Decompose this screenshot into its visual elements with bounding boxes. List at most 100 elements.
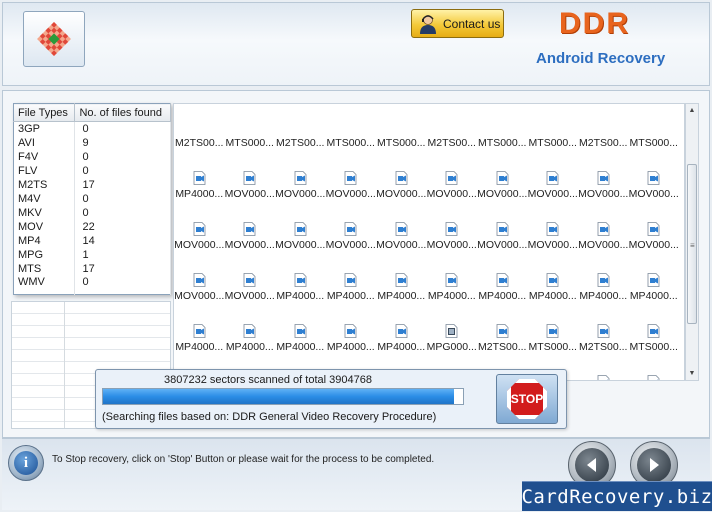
file-item[interactable]: MOV000...: [578, 155, 629, 206]
file-type-name: MP4: [13, 233, 76, 248]
file-item[interactable]: MP4000...: [528, 257, 579, 308]
file-type-row[interactable]: MKV 0: [13, 205, 171, 220]
scroll-up-arrow-icon[interactable]: ▲: [686, 104, 698, 117]
file-item[interactable]: M2TS00...: [427, 104, 478, 155]
file-type-count: 9: [74, 135, 171, 150]
file-item[interactable]: MOV000...: [477, 206, 528, 257]
file-type-name: M4V: [13, 191, 76, 206]
app-logo: [23, 11, 85, 67]
file-item[interactable]: MOV000...: [275, 155, 326, 206]
file-item[interactable]: MOV000...: [326, 206, 377, 257]
file-view-scrollbar[interactable]: ▲ ≡ ▼: [685, 103, 699, 381]
column-header-files-found[interactable]: No. of files found: [74, 103, 171, 122]
video-file-icon: [344, 273, 357, 287]
file-name: M2TS00...: [579, 341, 628, 353]
file-item[interactable]: MP4000...: [326, 257, 377, 308]
file-type-row[interactable]: MPG 1: [13, 247, 171, 262]
file-type-row[interactable]: WMV 0: [13, 275, 171, 294]
file-item[interactable]: M2TS00...: [275, 104, 326, 155]
file-item[interactable]: MTS000...: [326, 104, 377, 155]
file-item[interactable]: MP4000...: [578, 257, 629, 308]
file-name: M2TS00...: [478, 341, 527, 353]
brand-subtitle: Android Recovery: [536, 50, 666, 67]
file-item[interactable]: MOV000...: [174, 206, 225, 257]
contact-us-button[interactable]: Contact us: [411, 9, 504, 38]
file-item[interactable]: MOV000...: [629, 155, 680, 206]
file-item[interactable]: MPG000...: [427, 308, 478, 359]
scroll-down-arrow-icon[interactable]: ▼: [686, 367, 698, 380]
brand-title: DDR: [559, 7, 630, 40]
file-type-row[interactable]: M2TS 17: [13, 177, 171, 192]
file-item[interactable]: MOV000...: [225, 257, 276, 308]
file-item[interactable]: MTS000...: [629, 359, 680, 380]
video-file-icon: [243, 273, 256, 287]
file-item[interactable]: MOV000...: [427, 206, 478, 257]
file-type-row[interactable]: MOV 22: [13, 219, 171, 234]
file-item[interactable]: MP4000...: [477, 257, 528, 308]
website-banner[interactable]: CardRecovery.biz: [521, 481, 712, 511]
file-item[interactable]: MOV000...: [528, 206, 579, 257]
file-item[interactable]: MOV000...: [225, 206, 276, 257]
file-item[interactable]: MOV000...: [578, 206, 629, 257]
file-type-row[interactable]: 3GP 0: [13, 121, 171, 136]
file-type-row[interactable]: AVI 9: [13, 135, 171, 150]
file-item[interactable]: MTS000...: [528, 104, 579, 155]
file-item[interactable]: MOV000...: [275, 206, 326, 257]
file-name: MOV000...: [275, 239, 326, 251]
stop-button[interactable]: STOP: [496, 374, 558, 424]
file-item[interactable]: MP4000...: [174, 155, 225, 206]
file-item[interactable]: MP4000...: [174, 308, 225, 359]
file-item[interactable]: MP4000...: [275, 257, 326, 308]
file-item[interactable]: MP4000...: [629, 257, 680, 308]
file-item[interactable]: MP4000...: [225, 308, 276, 359]
file-type-row[interactable]: MP4 14: [13, 233, 171, 248]
file-item[interactable]: MP4000...: [326, 308, 377, 359]
file-item[interactable]: MTS000...: [477, 104, 528, 155]
scan-progress-bar: [102, 388, 464, 405]
footer-bar: i To Stop recovery, click on 'Stop' Butt…: [2, 438, 712, 511]
file-name: MOV000...: [527, 188, 578, 200]
file-item[interactable]: M2TS00...: [477, 308, 528, 359]
file-item[interactable]: MOV000...: [528, 155, 579, 206]
file-name: MP4000...: [175, 188, 224, 200]
file-item[interactable]: MTS000...: [528, 308, 579, 359]
file-type-count: 0: [74, 121, 171, 136]
recovered-files-view[interactable]: M2TS00... MTS000... M2TS00... MTS000... MTS0…: [173, 103, 685, 381]
file-type-row[interactable]: MTS 17: [13, 261, 171, 276]
file-type-name: MOV: [13, 219, 76, 234]
video-file-icon: [294, 171, 307, 185]
file-item[interactable]: MP4000...: [376, 257, 427, 308]
file-item[interactable]: MTS000...: [376, 104, 427, 155]
file-item[interactable]: MOV000...: [477, 155, 528, 206]
file-item[interactable]: MOV000...: [629, 206, 680, 257]
file-item[interactable]: M2TS00...: [578, 308, 629, 359]
file-name: MOV000...: [477, 239, 528, 251]
scroll-thumb[interactable]: ≡: [687, 164, 697, 324]
file-type-row[interactable]: FLV 0: [13, 163, 171, 178]
video-file-icon: [344, 324, 357, 338]
file-item[interactable]: MOV000...: [326, 155, 377, 206]
file-item[interactable]: MOV000...: [427, 155, 478, 206]
file-item[interactable]: MTS000...: [629, 104, 680, 155]
file-item[interactable]: MTS000...: [629, 308, 680, 359]
file-item[interactable]: MP4000...: [376, 308, 427, 359]
file-item[interactable]: M2TS00...: [174, 104, 225, 155]
file-type-row[interactable]: M4V 0: [13, 191, 171, 206]
file-item[interactable]: MTS000...: [578, 359, 629, 380]
file-item[interactable]: MOV000...: [225, 155, 276, 206]
info-button[interactable]: i: [8, 445, 44, 481]
column-header-file-types[interactable]: File Types: [13, 103, 76, 122]
file-name: M2TS00...: [276, 137, 325, 149]
video-file-icon: [647, 375, 660, 380]
file-item[interactable]: MP4000...: [427, 257, 478, 308]
file-item[interactable]: MTS000...: [225, 104, 276, 155]
file-item[interactable]: MOV000...: [376, 206, 427, 257]
file-item[interactable]: MOV000...: [376, 155, 427, 206]
file-item[interactable]: M2TS00...: [578, 104, 629, 155]
file-name: M2TS00...: [579, 137, 628, 149]
file-item[interactable]: MOV000...: [174, 257, 225, 308]
file-name: MOV000...: [224, 239, 275, 251]
video-file-icon: [647, 222, 660, 236]
file-item[interactable]: MP4000...: [275, 308, 326, 359]
file-type-row[interactable]: F4V 0: [13, 149, 171, 164]
